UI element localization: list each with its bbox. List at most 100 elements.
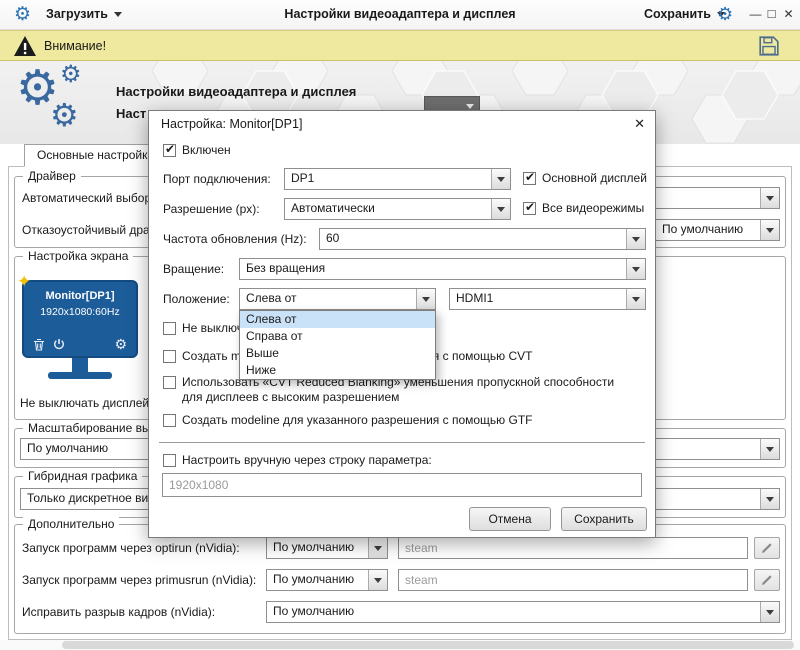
group-additional-legend: Дополнительно	[23, 517, 119, 531]
chevron-down-icon	[626, 229, 645, 249]
optirun-value: По умолчанию	[267, 538, 368, 558]
minimize-button[interactable]: —	[748, 7, 763, 21]
save-button[interactable]: Сохранить	[561, 507, 647, 531]
checkbox-box	[163, 414, 176, 427]
page-title: Настройки видеоадаптера и дисплея	[116, 84, 356, 99]
dropdown-option[interactable]: Слева от	[240, 311, 435, 328]
checkbox-box	[523, 202, 536, 215]
maximize-button[interactable]: □	[764, 6, 779, 21]
monitor-widget[interactable]: ✦ Monitor[DP1] 1920x1080:60Hz ⚙	[22, 280, 138, 379]
manual-config-label: Настроить вручную через строку параметра…	[182, 453, 432, 467]
dropdown-option[interactable]: Ниже	[240, 362, 435, 379]
optirun-edit-button[interactable]	[754, 537, 780, 559]
dialog-title: Настройка: Monitor[DP1]	[161, 117, 302, 131]
primary-display-label: Основной дисплей	[542, 171, 647, 185]
chevron-down-icon	[626, 259, 645, 279]
chevron-down-icon	[491, 169, 510, 189]
dropdown-option[interactable]: Выше	[240, 345, 435, 362]
app-window: ⚙ Загрузить Настройки видеоадаптера и ди…	[0, 0, 800, 650]
power-toggle-icon[interactable]	[53, 338, 65, 350]
enabled-checkbox-label: Включен	[182, 143, 231, 157]
chevron-down-icon	[368, 538, 387, 558]
monitor-settings-gear-icon[interactable]: ⚙	[114, 337, 127, 351]
chevron-down-icon	[760, 489, 779, 509]
pencil-icon	[761, 574, 773, 586]
primary-display-checkbox[interactable]: Основной дисплей	[523, 171, 647, 185]
manual-config-checkbox[interactable]: Настроить вручную через строку параметра…	[163, 453, 432, 467]
monitor-stand	[72, 358, 88, 372]
group-driver-legend: Драйвер	[23, 169, 81, 183]
enabled-checkbox[interactable]: Включен	[163, 143, 231, 157]
chevron-down-icon	[114, 12, 122, 21]
close-button[interactable]: ✕	[781, 7, 796, 21]
dialog-close-icon[interactable]: ✕	[634, 116, 645, 132]
save-menu-label: Сохранить	[644, 7, 711, 21]
resolution-label: Разрешение (px):	[163, 202, 260, 216]
refresh-label: Частота обновления (Hz):	[163, 232, 307, 246]
load-menu-label: Загрузить	[46, 7, 108, 21]
position-value: Слева от	[240, 289, 416, 309]
save-menu-button[interactable]: Сохранить	[644, 7, 725, 21]
checkbox-box	[163, 376, 176, 389]
relative-monitor-value: HDMI1	[450, 289, 626, 309]
port-select[interactable]: DP1	[284, 168, 511, 190]
manual-modeline-input[interactable]	[162, 473, 642, 497]
horizontal-scrollbar-thumb[interactable]	[62, 641, 794, 649]
delete-monitor-icon[interactable]	[33, 338, 45, 351]
group-screen-legend: Настройка экрана	[23, 249, 133, 263]
primusrun-app-input[interactable]	[398, 569, 748, 591]
load-menu-button[interactable]: Загрузить	[46, 7, 122, 21]
rotation-select[interactable]: Без вращения	[239, 258, 646, 280]
monitor-settings-dialog: Настройка: Monitor[DP1] ✕ Включен Порт п…	[148, 110, 656, 538]
dropdown-option[interactable]: Справа от	[240, 328, 435, 345]
chevron-down-icon	[626, 289, 645, 309]
chevron-down-icon	[760, 188, 779, 208]
tab-main-settings[interactable]: Основные настройки	[24, 144, 167, 167]
checkbox-box	[163, 144, 176, 157]
dialog-checkbox-gtf[interactable]: Создать modeline для указанного разрешен…	[163, 413, 533, 427]
all-modes-label: Все видеорежимы	[542, 201, 644, 215]
refresh-select[interactable]: 60	[319, 228, 646, 250]
chevron-down-icon	[760, 602, 779, 622]
chevron-down-icon	[760, 220, 779, 240]
optirun-label: Запуск программ через optirun (nVidia):	[22, 541, 240, 555]
position-label: Положение:	[163, 292, 230, 306]
chevron-down-icon	[416, 289, 435, 309]
primusrun-select[interactable]: По умолчанию	[266, 569, 388, 591]
tearing-fix-select[interactable]: По умолчанию	[266, 601, 780, 623]
primusrun-edit-button[interactable]	[754, 569, 780, 591]
port-label: Порт подключения:	[163, 172, 271, 186]
monitor-base	[48, 372, 112, 379]
position-select[interactable]: Слева от	[239, 288, 436, 310]
checkbox-box	[523, 172, 536, 185]
monitor-name: Monitor[DP1]	[24, 290, 136, 302]
resolution-value: Автоматически	[285, 199, 491, 219]
optirun-select[interactable]: По умолчанию	[266, 537, 388, 559]
primusrun-label: Запуск программ через primusrun (nVidia)…	[22, 573, 256, 587]
primusrun-value: По умолчанию	[267, 570, 368, 590]
titlebar: ⚙ Загрузить Настройки видеоадаптера и ди…	[0, 0, 800, 30]
resolution-select[interactable]: Автоматически	[284, 198, 511, 220]
primary-star-icon: ✦	[17, 272, 31, 292]
tearing-fix-label: Исправить разрыв кадров (nVidia):	[22, 605, 215, 619]
settings-gear-button[interactable]: ⚙	[717, 5, 733, 23]
app-gears-logo-icon: ⚙	[50, 99, 79, 131]
failsafe-driver-select[interactable]: По умолчанию	[655, 219, 780, 241]
save-floppy-icon[interactable]	[758, 35, 780, 57]
app-logo-gear-icon: ⚙	[14, 5, 31, 24]
cancel-button[interactable]: Отмена	[469, 507, 551, 531]
all-modes-checkbox[interactable]: Все видеорежимы	[523, 201, 644, 215]
separator	[159, 442, 645, 443]
checkbox-box	[163, 322, 176, 335]
monitor-mode: 1920x1080:60Hz	[24, 306, 136, 318]
rotation-value: Без вращения	[240, 259, 626, 279]
checkbox-box	[163, 454, 176, 467]
relative-monitor-select[interactable]: HDMI1	[449, 288, 646, 310]
chevron-down-icon	[760, 439, 779, 459]
warning-triangle-icon	[13, 35, 37, 57]
warning-bar: Внимание!	[0, 30, 800, 61]
checkbox-box	[163, 350, 176, 363]
position-dropdown-list: Слева от Справа от Выше Ниже	[239, 310, 436, 380]
optirun-app-input[interactable]	[398, 537, 748, 559]
rotation-label: Вращение:	[163, 262, 224, 276]
